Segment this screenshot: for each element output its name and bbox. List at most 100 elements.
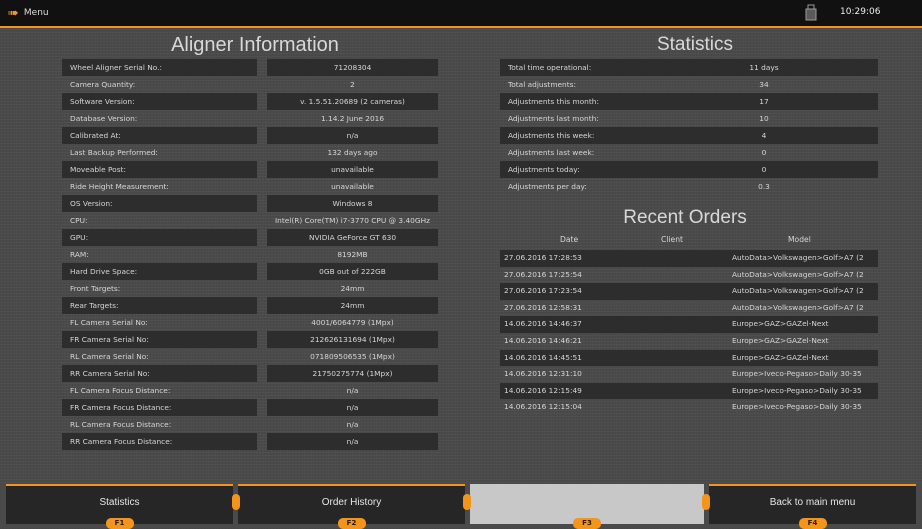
menu-label: Menu <box>23 8 49 18</box>
aligner-info-row: Camera Quantity: 2 <box>62 76 438 93</box>
aligner-info-label: Front Targets: <box>70 284 121 293</box>
aligner-info-value: n/a <box>346 420 359 429</box>
back-to-main-menu-button[interactable]: Back to main menu F4 <box>709 484 916 529</box>
aligner-info-row: Rear Targets: 24mm <box>62 297 438 314</box>
aligner-info-row: Wheel Aligner Serial No.: 71208304 <box>62 59 438 76</box>
statistic-value: 10 <box>759 114 769 123</box>
aligner-info-value: n/a <box>346 386 359 395</box>
top-bar: ➠ Menu 10:29:06 <box>0 0 922 28</box>
statistic-label: Adjustments today: <box>500 161 650 178</box>
statistic-row: Adjustments this week: 4 <box>500 127 878 144</box>
aligner-info-row: Last Backup Performed: 132 days ago <box>62 144 438 161</box>
aligner-info-label: Calibrated At: <box>62 127 257 144</box>
aligner-info-value: 071809506535 (1Mpx) <box>310 352 395 361</box>
order-row[interactable]: 27.06.2016 17:25:54 AutoData>Volkswagen>G… <box>500 267 878 284</box>
aligner-info-value: 212626131694 (1Mpx) <box>267 331 438 348</box>
recent-orders-table: 27.06.2016 17:28:53 AutoData>Volkswagen>G… <box>500 250 878 416</box>
order-model: AutoData>Volkswagen>Golf>A7 (2 <box>732 286 864 296</box>
recent-orders-title: Recent Orders <box>623 207 747 228</box>
order-date: 27.06.2016 17:28:53 <box>504 253 582 262</box>
statistic-label: Adjustments last month: <box>508 114 599 123</box>
separator-dot <box>463 494 471 510</box>
aligner-info-value: v. 1.5.51.20689 (2 cameras) <box>267 93 438 110</box>
order-model: Europe>GAZ>GAZel-Next <box>732 319 829 329</box>
order-date: 14.06.2016 14:46:21 <box>504 335 582 345</box>
aligner-info-row: Ride Height Measurement: unavailable <box>62 178 438 195</box>
aligner-info-row: RR Camera Focus Distance: n/a <box>62 433 438 450</box>
statistics-title: Statistics <box>656 34 734 55</box>
aligner-info-label: RAM: <box>70 250 89 259</box>
order-row[interactable]: 14.06.2016 14:46:37 Europe>GAZ>GAZel-Next <box>500 316 878 333</box>
aligner-info-label: RL Camera Serial No: <box>70 352 149 361</box>
statistic-label: Adjustments this week: <box>500 127 650 144</box>
statistic-value: 0 <box>761 148 767 157</box>
separator-dot <box>232 494 240 510</box>
statistic-value: 4 <box>650 127 878 144</box>
aligner-info-row: Software Version: v. 1.5.51.20689 (2 came… <box>62 93 438 110</box>
aligner-info-label: FL Camera Serial No: <box>70 318 148 327</box>
aligner-info-row: RAM: 8192MB <box>62 246 438 263</box>
f3-button[interactable]: F3 <box>470 484 704 529</box>
statistics-table: Total time operational: 11 days Total adju… <box>500 59 878 195</box>
aligner-info-label: Software Version: <box>62 93 257 110</box>
statistic-row: Total time operational: 11 days <box>500 59 878 76</box>
column-header-model: Model <box>788 235 811 244</box>
aligner-info-label: FL Camera Focus Distance: <box>70 386 171 395</box>
order-date: 27.06.2016 17:25:54 <box>504 269 582 279</box>
column-header-client: Client <box>661 235 683 244</box>
statistic-row: Adjustments last week: 0 <box>500 144 878 161</box>
aligner-info-value: 21750275774 (1Mpx) <box>267 365 438 382</box>
statistic-row: Adjustments today: 0 <box>500 161 878 178</box>
aligner-info-row: FR Camera Serial No: 212626131694 (1Mpx) <box>62 331 438 348</box>
order-date: 27.06.2016 12:58:31 <box>504 302 582 312</box>
order-row[interactable]: 14.06.2016 14:46:21 Europe>GAZ>GAZel-Next <box>500 333 878 350</box>
order-history-button[interactable]: Order History F2 <box>238 484 465 529</box>
aligner-info-value: 24mm <box>267 297 438 314</box>
aligner-info-row: GPU: NVIDIA GeForce GT 630 <box>62 229 438 246</box>
aligner-info-row: Database Version: 1.14.2 June 2016 <box>62 110 438 127</box>
aligner-info-row: RL Camera Focus Distance: n/a <box>62 416 438 433</box>
aligner-info-table: Wheel Aligner Serial No.: 71208304 Camera … <box>62 59 438 450</box>
aligner-info-label: Wheel Aligner Serial No.: <box>62 59 257 76</box>
order-model: Europe>GAZ>GAZel-Next <box>732 335 829 345</box>
order-date: 14.06.2016 12:31:10 <box>504 369 582 379</box>
aligner-info-title: Aligner Information <box>171 34 339 56</box>
statistic-value: 34 <box>759 80 769 89</box>
statistic-label: Adjustments per day: <box>508 182 587 191</box>
order-row[interactable]: 14.06.2016 12:15:49 Europe>Iveco-Pegaso>D… <box>500 382 878 400</box>
aligner-info-label: GPU: <box>62 229 257 246</box>
recent-orders-header: Date Client Model <box>500 235 878 249</box>
order-row[interactable]: 14.06.2016 12:15:04 Europe>Iveco-Pegaso>D… <box>500 399 878 416</box>
statistic-value: 11 days <box>650 59 878 76</box>
aligner-info-label: Moveable Post: <box>62 161 257 178</box>
fkey-label: Back to main menu <box>769 497 856 508</box>
order-model: Europe>Iveco-Pegaso>Daily 30-35 <box>732 369 862 379</box>
aligner-info-row: CPU: Intel(R) Core(TM) i7-3770 CPU @ 3.40… <box>62 212 438 229</box>
aligner-info-label: RR Camera Serial No: <box>62 365 257 382</box>
aligner-info-label: Ride Height Measurement: <box>70 182 169 191</box>
aligner-info-label: Rear Targets: <box>62 297 257 314</box>
aligner-info-row: Calibrated At: n/a <box>62 127 438 144</box>
aligner-info-value: Intel(R) Core(TM) i7-3770 CPU @ 3.40GHz <box>274 216 431 225</box>
aligner-info-row: FL Camera Focus Distance: n/a <box>62 382 438 399</box>
aligner-info-row: Hard Drive Space: 0GB out of 222GB <box>62 263 438 280</box>
order-model: Europe>Iveco-Pegaso>Daily 30-35 <box>732 385 862 395</box>
order-row[interactable]: 27.06.2016 17:28:53 AutoData>Volkswagen>G… <box>500 250 878 267</box>
fkey-label: Statistics <box>99 497 140 508</box>
statistics-button[interactable]: Statistics F1 <box>6 484 233 529</box>
aligner-info-value: 8192MB <box>337 250 368 259</box>
order-row[interactable]: 14.06.2016 12:31:10 Europe>Iveco-Pegaso>D… <box>500 366 878 383</box>
order-row[interactable]: 27.06.2016 12:58:31 AutoData>Volkswagen>G… <box>500 300 878 317</box>
order-date: 27.06.2016 17:23:54 <box>504 286 582 296</box>
aligner-info-row: OS Version: Windows 8 <box>62 195 438 212</box>
aligner-info-label: Camera Quantity: <box>70 80 136 89</box>
aligner-info-value: 0GB out of 222GB <box>267 263 438 280</box>
aligner-info-row: FR Camera Focus Distance: n/a <box>62 399 438 416</box>
aligner-info-row: RL Camera Serial No: 071809506535 (1Mpx) <box>62 348 438 365</box>
order-row[interactable]: 27.06.2016 17:23:54 AutoData>Volkswagen>G… <box>500 283 878 300</box>
statistic-value: 17 <box>650 93 878 110</box>
aligner-info-value: NVIDIA GeForce GT 630 <box>267 229 438 246</box>
order-row[interactable]: 14.06.2016 14:45:51 Europe>GAZ>GAZel-Next <box>500 349 878 367</box>
menu-button[interactable]: ➠ Menu <box>8 5 49 21</box>
aligner-info-row: FL Camera Serial No: 4001/6064779 (1Mpx) <box>62 314 438 331</box>
